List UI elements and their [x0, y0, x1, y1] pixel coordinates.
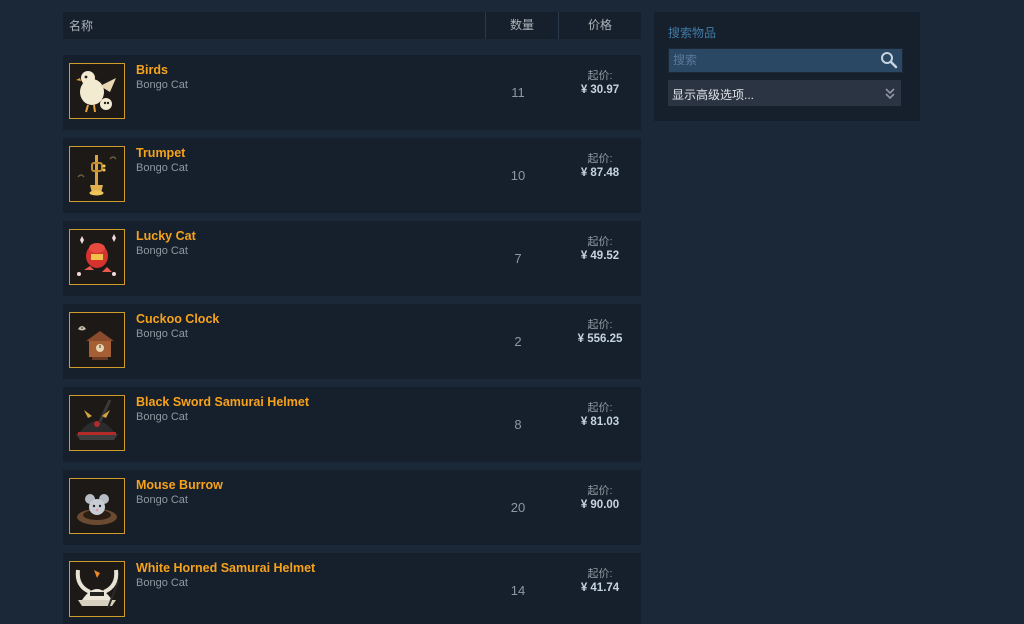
- item-game: Bongo Cat: [136, 577, 188, 589]
- item-price: 起价: ¥ 81.03: [559, 387, 641, 462]
- item-price: 起价: ¥ 87.48: [559, 138, 641, 213]
- white-samurai-helmet-icon: [69, 561, 125, 617]
- price-value: ¥ 87.48: [580, 167, 620, 179]
- item-title[interactable]: Trumpet: [136, 146, 477, 160]
- item-title[interactable]: Black Sword Samurai Helmet: [136, 395, 477, 409]
- price-value: ¥ 90.00: [580, 499, 620, 511]
- price-value: ¥ 556.25: [577, 333, 623, 345]
- table-row[interactable]: Lucky Cat Bongo Cat 7 起价: ¥ 49.52: [63, 221, 641, 296]
- item-title[interactable]: Lucky Cat: [136, 229, 477, 243]
- table-row[interactable]: Mouse Burrow Bongo Cat 20 起价: ¥ 90.00: [63, 470, 641, 545]
- item-price: 起价: ¥ 556.25: [559, 304, 641, 379]
- item-quantity: 14: [510, 583, 526, 598]
- item-title[interactable]: White Horned Samurai Helmet: [136, 561, 477, 575]
- row-text: Trumpet Bongo Cat: [125, 138, 477, 213]
- item-game: Bongo Cat: [136, 494, 188, 506]
- item-game: Bongo Cat: [136, 411, 188, 423]
- lucky-cat-icon: [69, 229, 125, 285]
- trumpet-icon: [69, 146, 125, 202]
- item-game: Bongo Cat: [136, 162, 188, 174]
- black-samurai-helmet-icon: [69, 395, 125, 451]
- search-icon[interactable]: [880, 51, 898, 69]
- table-row[interactable]: Trumpet Bongo Cat 10 起价: ¥ 87.48: [63, 138, 641, 213]
- item-game: Bongo Cat: [136, 328, 188, 340]
- table-header: 名称 数量 价格: [63, 12, 641, 39]
- item-game: Bongo Cat: [136, 79, 188, 91]
- table-row[interactable]: Birds Bongo Cat 11 起价: ¥ 30.97: [63, 55, 641, 130]
- price-label: 起价:: [587, 153, 613, 165]
- row-text: Black Sword Samurai Helmet Bongo Cat: [125, 387, 477, 462]
- header-quantity[interactable]: 数量: [485, 12, 558, 39]
- search-panel: 搜索物品 显示高级选项...: [654, 12, 920, 121]
- item-title[interactable]: Cuckoo Clock: [136, 312, 477, 326]
- item-price: 起价: ¥ 41.74: [559, 553, 641, 624]
- market-page: 名称 数量 价格 Birds Bongo Cat 11 起价: ¥ 30.97 …: [0, 0, 1024, 624]
- price-value: ¥ 49.52: [580, 250, 620, 262]
- header-price[interactable]: 价格: [558, 12, 641, 39]
- price-label: 起价:: [587, 236, 613, 248]
- item-quantity: 2: [514, 334, 522, 349]
- birds-icon: [69, 63, 125, 119]
- market-results-table: 名称 数量 价格 Birds Bongo Cat 11 起价: ¥ 30.97 …: [63, 12, 641, 624]
- row-text: Cuckoo Clock Bongo Cat: [125, 304, 477, 379]
- price-label: 起价:: [587, 568, 613, 580]
- advanced-options-toggle[interactable]: 显示高级选项...: [668, 80, 901, 106]
- table-row[interactable]: White Horned Samurai Helmet Bongo Cat 14…: [63, 553, 641, 624]
- item-quantity: 20: [510, 500, 526, 515]
- table-row[interactable]: Black Sword Samurai Helmet Bongo Cat 8 起…: [63, 387, 641, 462]
- price-label: 起价:: [587, 485, 613, 497]
- item-quantity: 11: [511, 85, 525, 100]
- header-name[interactable]: 名称: [63, 17, 485, 34]
- item-quantity: 10: [510, 168, 526, 183]
- advanced-options-label: 显示高级选项...: [672, 88, 755, 102]
- item-price: 起价: ¥ 30.97: [559, 55, 641, 130]
- item-price: 起价: ¥ 49.52: [559, 221, 641, 296]
- price-value: ¥ 41.74: [580, 582, 620, 594]
- table-row[interactable]: Cuckoo Clock Bongo Cat 2 起价: ¥ 556.25: [63, 304, 641, 379]
- mouse-burrow-icon: [69, 478, 125, 534]
- item-title[interactable]: Birds: [136, 63, 477, 77]
- search-title: 搜索物品: [668, 26, 717, 40]
- item-quantity: 8: [514, 417, 522, 432]
- row-text: Birds Bongo Cat: [125, 55, 477, 130]
- price-value: ¥ 81.03: [580, 416, 620, 428]
- search-input[interactable]: [669, 49, 873, 70]
- row-text: White Horned Samurai Helmet Bongo Cat: [125, 553, 477, 624]
- item-price: 起价: ¥ 90.00: [559, 470, 641, 545]
- item-title[interactable]: Mouse Burrow: [136, 478, 477, 492]
- row-text: Mouse Burrow Bongo Cat: [125, 470, 477, 545]
- cuckoo-clock-icon: [69, 312, 125, 368]
- item-quantity: 7: [514, 251, 522, 266]
- row-text: Lucky Cat Bongo Cat: [125, 221, 477, 296]
- double-chevron-down-icon: [885, 87, 895, 100]
- price-value: ¥ 30.97: [580, 84, 620, 96]
- item-game: Bongo Cat: [136, 245, 188, 257]
- price-label: 起价:: [587, 319, 613, 331]
- search-box: [668, 48, 903, 73]
- price-label: 起价:: [587, 70, 613, 82]
- price-label: 起价:: [587, 402, 613, 414]
